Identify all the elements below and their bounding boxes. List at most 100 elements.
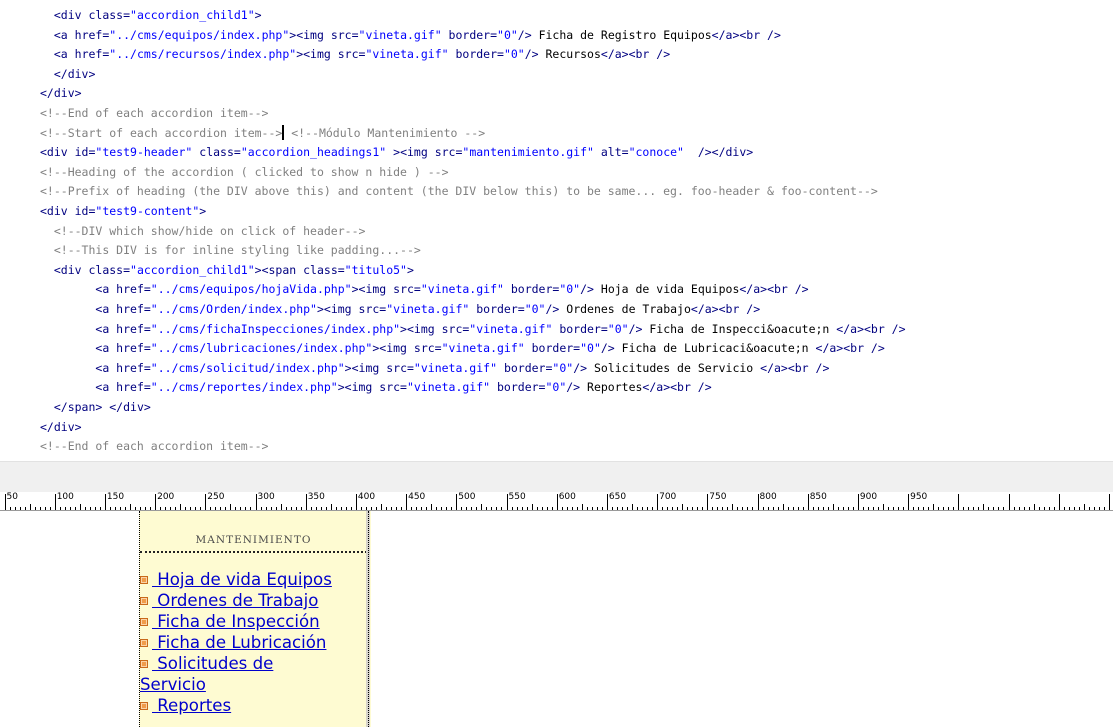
menu-link[interactable]: Reportes <box>140 695 370 716</box>
code-token-attr: src= <box>441 321 470 336</box>
ruler-tick <box>140 507 142 510</box>
code-line[interactable]: <a href="../cms/Orden/index.php"><img sr… <box>40 300 760 320</box>
ruler-tick <box>381 504 382 510</box>
menu-link[interactable]: Ficha de Lubricación <box>140 632 370 653</box>
ruler-tick <box>210 507 212 510</box>
code-line[interactable]: <a href="../cms/reportes/index.php"><img… <box>40 378 711 398</box>
ruler-label: 450 <box>408 492 426 502</box>
ruler-tick <box>893 507 895 510</box>
code-token-tag: /> <box>600 341 615 356</box>
ruler-tick <box>24 507 26 510</box>
code-line[interactable]: <!--Start of each accordion item--> <!--… <box>40 124 485 144</box>
code-line[interactable]: <a href="../cms/fichaInspecciones/index.… <box>40 320 905 340</box>
code-token-attr: class= <box>88 262 131 277</box>
ruler-tick <box>842 507 844 510</box>
ruler-label: 600 <box>558 492 576 502</box>
ruler-tick <box>807 494 809 510</box>
code-token-tag: > <box>199 204 207 218</box>
ruler-tick <box>762 507 764 510</box>
code-token-str: "0" <box>559 282 581 297</box>
menu-link[interactable]: Hoja de vida Equipos <box>140 569 370 590</box>
code-editor[interactable]: <div class="accordion_child1"> <a href="… <box>0 0 1113 460</box>
code-token-str: "0" <box>545 380 567 395</box>
code-token-tag: /> <box>580 282 594 297</box>
code-token-txt: Ficha de Inspecci&oacute;n <box>642 321 837 336</box>
code-line[interactable]: <!--DIV which show/hide on click of head… <box>40 222 366 242</box>
code-line[interactable]: <a href="../cms/recursos/index.php"><img… <box>40 45 670 65</box>
ruler-tick <box>205 494 207 510</box>
menu-link[interactable]: Solicitudes de Servicio <box>140 653 340 695</box>
code-token-tag: ><span <box>254 262 304 277</box>
code-token-attr: href= <box>116 321 151 336</box>
code-line[interactable]: <a href="../cms/equipos/hojaVida.php"><i… <box>40 280 808 300</box>
code-token-str: "../cms/equipos/hojaVida.php" <box>150 282 352 297</box>
code-line[interactable]: <div class="accordion_child1"><span clas… <box>40 261 414 281</box>
code-token-str: "0" <box>552 360 574 375</box>
ruler-tick <box>757 494 759 510</box>
ruler-tick <box>114 507 116 510</box>
code-token-com: <!--This DIV is for inline styling like … <box>53 243 421 258</box>
code-line[interactable]: <a href="../cms/lubricaciones/index.php"… <box>40 339 884 359</box>
code-line[interactable]: <!--Prefix of heading (the DIV above thi… <box>40 182 878 202</box>
code-line[interactable]: <a href="../cms/solicitud/index.php"><im… <box>40 359 829 379</box>
mantenimiento-header[interactable]: MANTENIMIENTO <box>140 511 367 553</box>
ruler-tick <box>672 507 674 510</box>
code-line[interactable]: <!--End of each accordion item--> <box>40 104 268 124</box>
code-line[interactable]: <!--End of each accordion item--> <box>40 437 268 457</box>
code-line[interactable]: </span> </div> <box>40 398 151 418</box>
ruler-tick <box>49 507 51 510</box>
ruler-tick <box>1053 507 1055 510</box>
ruler-tick <box>682 504 684 510</box>
code-token-tag: <a <box>95 282 117 297</box>
code-token-tag: </a><br /> <box>690 302 761 316</box>
code-token-str: "accordion_child1" <box>130 262 255 277</box>
bullet-icon <box>140 576 148 584</box>
code-token-tag: <a <box>95 302 117 316</box>
ruler-tick <box>180 504 182 510</box>
ruler-tick <box>255 494 257 510</box>
design-view[interactable]: MANTENIMIENTO Hoja de vida Equipos Orden… <box>0 511 1113 727</box>
ruler-tick <box>1108 494 1110 510</box>
code-token-str: "../cms/recursos/index.php" <box>109 47 297 62</box>
ruler-tick <box>772 507 774 510</box>
ruler-tick <box>516 507 518 510</box>
ruler-tick <box>867 507 869 510</box>
ruler-tick <box>993 507 995 510</box>
ruler-tick <box>797 507 799 510</box>
ruler-tick <box>506 494 508 510</box>
ruler-tick <box>877 507 879 510</box>
ruler-tick <box>968 507 970 510</box>
code-line[interactable]: <div class="accordion_child1"> <box>40 6 262 26</box>
ruler-tick <box>4 494 6 510</box>
code-line[interactable]: <div id="test9-content"> <box>40 202 206 222</box>
menu-link[interactable]: Ficha de Inspección <box>140 611 370 632</box>
code-line[interactable]: </div> <box>40 84 82 104</box>
code-line[interactable]: </div> <box>40 418 82 438</box>
ruler-tick <box>365 507 367 510</box>
code-token-attr: id= <box>74 204 96 218</box>
code-line[interactable]: <!--This DIV is for inline styling like … <box>40 241 421 261</box>
ruler-tick <box>74 507 76 510</box>
code-line[interactable]: <div id="test9-header" class="accordion_… <box>40 143 753 163</box>
code-line[interactable]: <!--Heading of the accordion ( clicked t… <box>40 163 449 183</box>
code-token-str: "vineta.gif" <box>420 282 504 297</box>
ruler-label: 400 <box>357 492 376 502</box>
code-token-tag: ><img <box>344 360 387 375</box>
ruler-tick <box>637 507 639 510</box>
ruler-tick <box>928 507 930 510</box>
code-token-str: "../cms/lubricaciones/index.php" <box>150 341 373 356</box>
code-token-tag: <a <box>53 47 75 62</box>
ruler-tick <box>566 507 568 510</box>
code-token-str: "../cms/Orden/index.php" <box>150 302 317 316</box>
ruler-tick <box>99 507 101 510</box>
ruler-tick <box>451 507 453 510</box>
pane-splitter[interactable] <box>0 461 1113 493</box>
code-line[interactable]: </div> <box>40 65 96 85</box>
ruler-tick <box>712 507 714 510</box>
menu-link[interactable]: Ordenes de Trabajo <box>140 590 370 611</box>
code-line[interactable]: <a href="../cms/equipos/index.php"><img … <box>40 26 781 46</box>
ruler-tick <box>370 507 372 510</box>
ruler-tick <box>421 507 423 510</box>
